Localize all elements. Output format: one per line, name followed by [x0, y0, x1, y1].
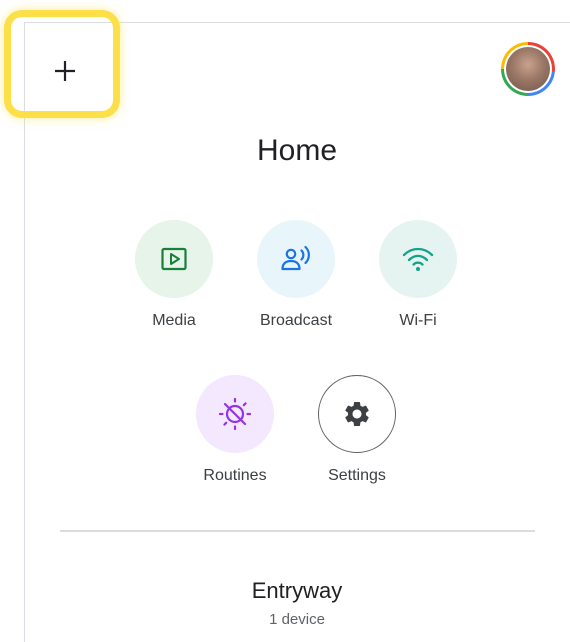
page-title: Home — [256, 134, 338, 167]
routines-icon — [218, 397, 252, 431]
wifi-button[interactable]: Wi-Fi — [358, 220, 478, 330]
routines-label: Routines — [203, 467, 267, 484]
broadcast-icon — [281, 245, 310, 271]
wifi-label: Wi-Fi — [399, 312, 437, 329]
plus-icon — [55, 61, 75, 81]
avatar-ring-gap — [504, 45, 552, 93]
room-title[interactable]: Entryway — [0, 578, 570, 604]
broadcast-button[interactable]: Broadcast — [236, 220, 356, 330]
media-label: Media — [152, 312, 196, 329]
media-button[interactable]: Media — [114, 220, 234, 330]
wifi-icon — [402, 247, 434, 271]
broadcast-circle — [257, 220, 335, 298]
settings-circle — [318, 375, 396, 453]
settings-label: Settings — [328, 467, 386, 484]
wifi-circle — [379, 220, 457, 298]
settings-button[interactable]: Settings — [297, 375, 417, 485]
home-card — [24, 22, 570, 642]
gear-icon — [345, 402, 369, 426]
routines-button[interactable]: Routines — [175, 375, 295, 485]
divider — [60, 530, 535, 532]
media-play-icon — [161, 247, 187, 271]
broadcast-label: Broadcast — [259, 312, 333, 329]
routines-circle — [196, 375, 274, 453]
avatar — [506, 47, 550, 91]
media-circle — [135, 220, 213, 298]
add-button[interactable] — [40, 46, 90, 96]
account-avatar[interactable] — [501, 42, 555, 96]
room-device-count: 1 device — [269, 611, 325, 628]
